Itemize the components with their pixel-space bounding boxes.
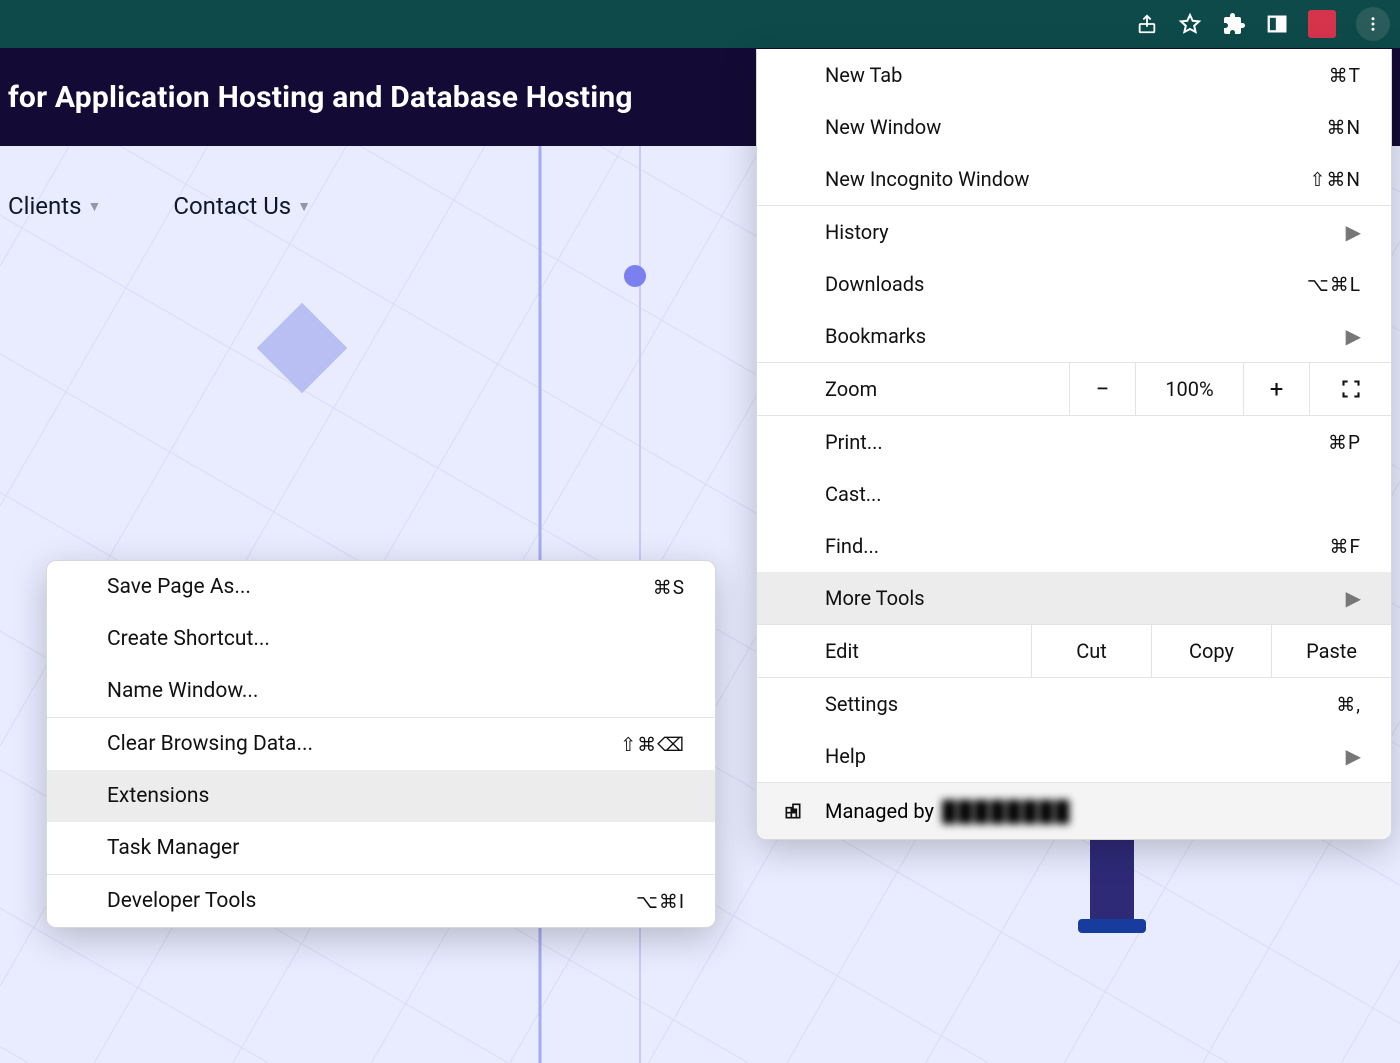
more-tools-submenu: Save Page As... ⌘S Create Shortcut... Na… <box>46 560 716 928</box>
menu-label: New Window <box>825 115 941 139</box>
extensions-puzzle-icon[interactable] <box>1222 12 1246 36</box>
caret-down-icon: ▼ <box>297 198 311 215</box>
menu-label: Print... <box>825 430 883 454</box>
submenu-name-window[interactable]: Name Window... <box>47 665 715 717</box>
nav-clients[interactable]: Clients ▼ <box>8 192 101 220</box>
submenu-label: Extensions <box>107 784 209 808</box>
menu-label: New Tab <box>825 63 902 87</box>
menu-new-tab[interactable]: New Tab ⌘T <box>757 49 1391 101</box>
menu-shortcut: ⌘F <box>1329 535 1361 558</box>
menu-edit: Edit Cut Copy Paste <box>757 625 1391 677</box>
menu-shortcut: ⌘N <box>1326 116 1361 139</box>
zoom-level: 100% <box>1135 363 1243 415</box>
page-heading: for Application Hosting and Database Hos… <box>8 80 633 115</box>
menu-downloads[interactable]: Downloads ⌥⌘L <box>757 258 1391 310</box>
submenu-label: Create Shortcut... <box>107 627 270 651</box>
menu-managed-by[interactable]: Managed by ████████ <box>757 783 1391 839</box>
menu-label: New Incognito Window <box>825 167 1029 191</box>
chevron-right-icon: ▶ <box>1346 744 1361 768</box>
minus-icon: − <box>1096 375 1110 403</box>
menu-label: History <box>825 220 889 244</box>
submenu-label: Save Page As... <box>107 575 251 599</box>
menu-new-window[interactable]: New Window ⌘N <box>757 101 1391 153</box>
menu-new-incognito[interactable]: New Incognito Window ⇧⌘N <box>757 153 1391 205</box>
browser-toolbar <box>0 0 1400 48</box>
building-icon <box>783 801 803 821</box>
menu-shortcut: ⇧⌘N <box>1310 168 1361 191</box>
chevron-right-icon: ▶ <box>1346 220 1361 244</box>
menu-label: Settings <box>825 692 898 716</box>
zoom-out-button[interactable]: − <box>1069 363 1135 415</box>
menu-shortcut: ⌘, <box>1336 693 1361 716</box>
submenu-label: Name Window... <box>107 679 258 703</box>
edit-label: Edit <box>825 639 1031 663</box>
caret-down-icon: ▼ <box>88 198 102 215</box>
nav-contact-label: Contact Us <box>173 192 291 220</box>
submenu-extensions[interactable]: Extensions <box>47 770 715 822</box>
share-icon[interactable] <box>1136 13 1158 35</box>
menu-shortcut: ⌘T <box>1329 64 1361 87</box>
chevron-right-icon: ▶ <box>1346 586 1361 610</box>
menu-label: Cast... <box>825 482 882 506</box>
plus-icon: + <box>1270 375 1284 403</box>
submenu-task-manager[interactable]: Task Manager <box>47 822 715 874</box>
menu-label: Find... <box>825 534 879 558</box>
panel-icon[interactable] <box>1266 13 1288 35</box>
menu-label: Help <box>825 744 866 768</box>
menu-label: Bookmarks <box>825 324 926 348</box>
managed-by-org: ████████ <box>942 799 1071 824</box>
menu-print[interactable]: Print... ⌘P <box>757 416 1391 468</box>
submenu-clear-browsing-data[interactable]: Clear Browsing Data... ⇧⌘⌫ <box>47 718 715 770</box>
submenu-developer-tools[interactable]: Developer Tools ⌥⌘I <box>47 875 715 927</box>
nav-contact[interactable]: Contact Us ▼ <box>173 192 311 220</box>
bookmark-star-icon[interactable] <box>1178 12 1202 36</box>
submenu-label: Developer Tools <box>107 889 256 913</box>
chrome-menu-button[interactable] <box>1356 7 1390 41</box>
submenu-label: Task Manager <box>107 836 239 860</box>
menu-shortcut: ⌥⌘L <box>1307 273 1361 296</box>
menu-zoom: Zoom − 100% + <box>757 363 1391 415</box>
edit-copy-button[interactable]: Copy <box>1151 625 1271 677</box>
menu-history[interactable]: History ▶ <box>757 206 1391 258</box>
nav-clients-label: Clients <box>8 192 82 220</box>
menu-label: Downloads <box>825 272 924 296</box>
managed-by-label: Managed by <box>825 799 934 823</box>
submenu-save-page-as[interactable]: Save Page As... ⌘S <box>47 561 715 613</box>
menu-bookmarks[interactable]: Bookmarks ▶ <box>757 310 1391 362</box>
menu-find[interactable]: Find... ⌘F <box>757 520 1391 572</box>
fullscreen-icon <box>1341 379 1361 399</box>
chevron-right-icon: ▶ <box>1346 324 1361 348</box>
zoom-in-button[interactable]: + <box>1243 363 1309 415</box>
menu-help[interactable]: Help ▶ <box>757 730 1391 782</box>
edit-paste-button[interactable]: Paste <box>1271 625 1391 677</box>
submenu-shortcut: ⌘S <box>653 576 685 599</box>
chrome-menu: New Tab ⌘T New Window ⌘N New Incognito W… <box>756 49 1392 840</box>
menu-shortcut: ⌘P <box>1328 431 1361 454</box>
menu-more-tools[interactable]: More Tools ▶ <box>757 572 1391 624</box>
zoom-label: Zoom <box>825 377 1069 401</box>
submenu-shortcut: ⇧⌘⌫ <box>620 733 685 756</box>
submenu-create-shortcut[interactable]: Create Shortcut... <box>47 613 715 665</box>
fullscreen-button[interactable] <box>1309 363 1391 415</box>
edit-cut-button[interactable]: Cut <box>1031 625 1151 677</box>
menu-settings[interactable]: Settings ⌘, <box>757 678 1391 730</box>
submenu-shortcut: ⌥⌘I <box>636 890 685 913</box>
submenu-label: Clear Browsing Data... <box>107 732 313 756</box>
profile-avatar[interactable] <box>1308 10 1336 38</box>
menu-cast[interactable]: Cast... <box>757 468 1391 520</box>
menu-label: More Tools <box>825 586 925 610</box>
